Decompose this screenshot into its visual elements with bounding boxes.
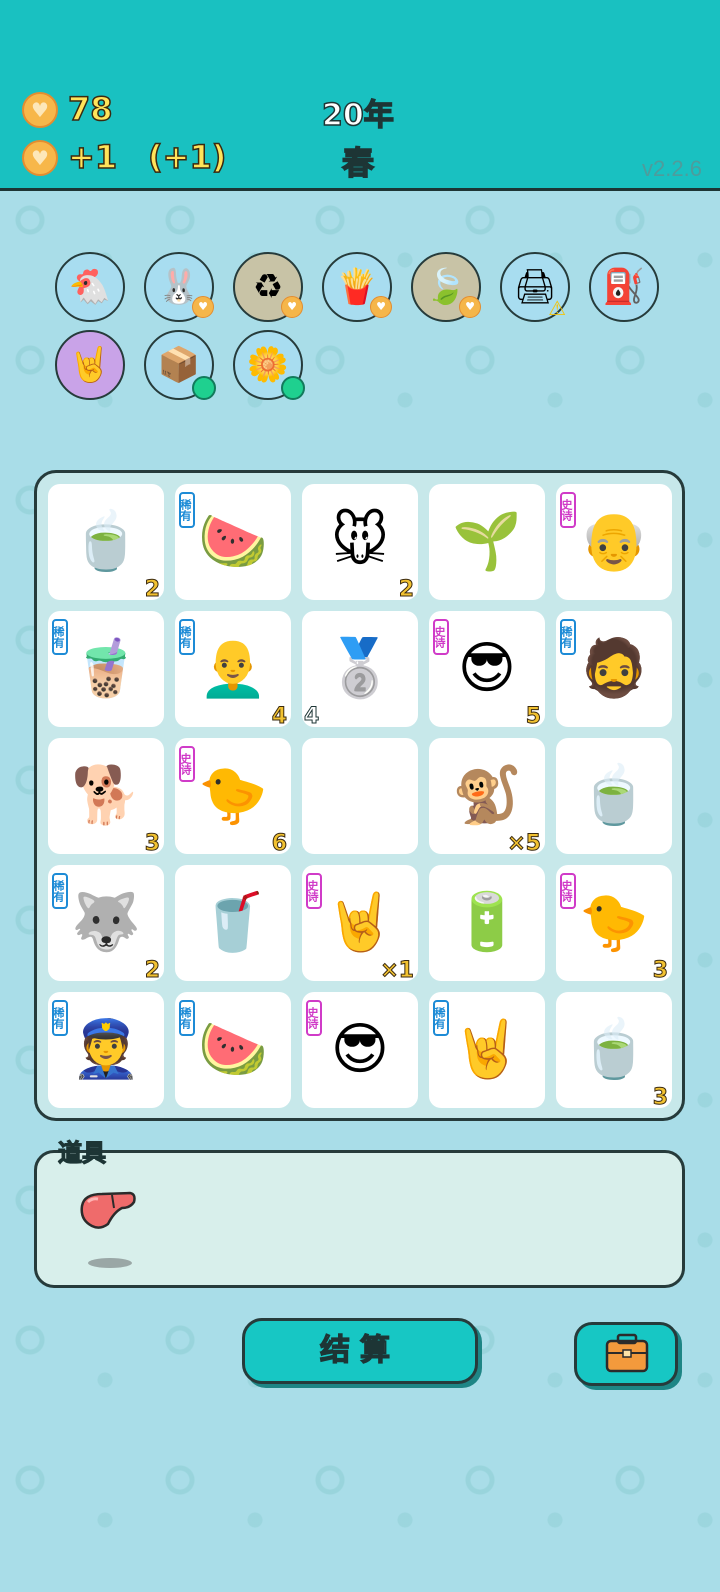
rarity-tag: 稀有 xyxy=(52,619,68,655)
status-dot xyxy=(192,376,216,400)
pump-relic-button[interactable]: ⛽ xyxy=(589,252,659,322)
board-cell-bubble-tea[interactable]: 🧋 稀有 xyxy=(48,611,164,727)
rarity-tag: 史诗 xyxy=(433,619,449,655)
item-shadow xyxy=(88,1258,132,1268)
pump-icon: ⛽ xyxy=(602,267,646,307)
board-cell-husky[interactable]: 🐺 稀有 2 xyxy=(48,865,164,984)
empty-cell[interactable] xyxy=(302,738,418,854)
board-cell-soup-bowl-2[interactable]: 🍵 3 xyxy=(556,992,672,1111)
board-cell-silver-bars[interactable]: 🥈 4 xyxy=(302,611,418,730)
items-label: 道具 xyxy=(57,1138,106,1167)
settle-button[interactable]: 结算 xyxy=(242,1318,478,1384)
board-cell-green-cap-man[interactable]: 😎 史诗 5 xyxy=(429,611,545,730)
cell-count: 2 xyxy=(398,577,414,603)
potted-flower-relic-button[interactable]: 🌼 xyxy=(233,330,305,400)
income-value: +1 xyxy=(67,137,118,177)
board-cell-power-bank[interactable]: 🔋 xyxy=(429,865,545,981)
season-label: 春 xyxy=(341,143,375,183)
rarity-tag: 史诗 xyxy=(560,492,576,528)
board-cell-bald-man[interactable]: 👨‍🦲 稀有 4 xyxy=(175,611,291,730)
cola-cup-icon: 🥤 xyxy=(198,890,268,955)
chicken-egg-icon: 🐔 xyxy=(68,267,112,307)
status-dot xyxy=(281,376,305,400)
coin-icon xyxy=(22,92,58,128)
board-cell-soup-bowl[interactable]: 🍵 2 xyxy=(48,484,164,603)
rarity-tag: 稀有 xyxy=(52,873,68,909)
heart-badge-icon: ♥ xyxy=(459,296,481,318)
heart-badge-icon: ♥ xyxy=(192,296,214,318)
heart-badge-icon: ♥ xyxy=(281,296,303,318)
cell-count: 2 xyxy=(144,577,160,603)
tea-bag-icon: 🍵 xyxy=(579,763,649,828)
cell-count: 2 xyxy=(144,958,160,984)
cell-count: 5 xyxy=(525,704,541,730)
rarity-tag: 史诗 xyxy=(306,873,322,909)
power-bank-icon: 🔋 xyxy=(452,890,522,955)
cell-count: 3 xyxy=(652,958,668,984)
recycle-relic-button[interactable]: ♻ ♥ xyxy=(233,252,303,322)
year-label: 20年 xyxy=(321,97,394,134)
cell-count: 3 xyxy=(652,1085,668,1111)
chicken-egg-relic-button[interactable]: 🐔 xyxy=(55,252,125,322)
board-cell-sprout[interactable]: 🌱 xyxy=(429,484,545,600)
board-cell-rock-hand-grey[interactable]: 🤘 史诗 ×1 xyxy=(302,865,418,984)
cell-count: 6 xyxy=(271,831,287,857)
board-cell-watermelon-2[interactable]: 🍉 稀有 xyxy=(175,992,291,1108)
board-cell-police-officer[interactable]: 👮 稀有 xyxy=(48,992,164,1108)
board-cell-monkey[interactable]: 🐒 ×5 xyxy=(429,738,545,857)
top-bar: 78 +1 (+1) 20年 春 v2.2.6 xyxy=(0,0,720,191)
cell-count: 3 xyxy=(144,831,160,857)
rarity-tag: 史诗 xyxy=(179,746,195,782)
rarity-tag: 稀有 xyxy=(179,619,195,655)
rarity-tag: 稀有 xyxy=(179,492,195,528)
sprout-icon: 🌱 xyxy=(452,509,522,574)
printer-relic-button[interactable]: 🖨 ⚠ xyxy=(500,252,570,322)
coin-count: 78 xyxy=(67,89,113,129)
cell-count: 4 xyxy=(271,704,287,730)
board-cell-mouse[interactable]: 🐭 2 xyxy=(302,484,418,603)
rock-hand-relic-button[interactable]: 🤘 xyxy=(55,330,125,400)
liver-icon[interactable] xyxy=(78,1190,138,1230)
board-cell-cola-cup[interactable]: 🥤 xyxy=(175,865,291,981)
board-cell-watermelon[interactable]: 🍉 稀有 xyxy=(175,484,291,600)
board-cell-tea-bag[interactable]: 🍵 xyxy=(556,738,672,854)
cell-count-left: 4 xyxy=(303,704,320,730)
rabbit-relic-button[interactable]: 🐰 ♥ xyxy=(144,252,214,322)
income-bonus: (+1) xyxy=(147,137,227,177)
bag-button[interactable] xyxy=(574,1322,678,1386)
rock-hand-icon: 🤘 xyxy=(68,345,112,385)
warning-icon: ⚠ xyxy=(548,296,566,320)
board-cell-bald-old-man[interactable]: 👴 史诗 xyxy=(556,484,672,600)
rarity-tag: 史诗 xyxy=(306,1000,322,1036)
board-cell-dog[interactable]: 🐕 3 xyxy=(48,738,164,857)
income-coin-icon xyxy=(22,140,58,176)
briefcase-icon xyxy=(605,1333,649,1373)
rarity-tag: 稀有 xyxy=(560,619,576,655)
board-cell-rock-hand-brown[interactable]: 🤘 稀有 xyxy=(429,992,545,1108)
cell-count: ×5 xyxy=(507,831,542,857)
heart-badge-icon: ♥ xyxy=(370,296,392,318)
empty-icon xyxy=(302,738,418,854)
board-cell-yellow-chick[interactable]: 🐤 史诗 6 xyxy=(175,738,291,857)
version-label: v2.2.6 xyxy=(642,156,702,181)
silver-bars-icon: 🥈 xyxy=(325,636,395,701)
board-cell-hat-man[interactable]: 🧔 稀有 xyxy=(556,611,672,727)
rarity-tag: 稀有 xyxy=(179,1000,195,1036)
leaf-relic-button[interactable]: 🍃 ♥ xyxy=(411,252,481,322)
rarity-tag: 稀有 xyxy=(52,1000,68,1036)
fries-relic-button[interactable]: 🍟 ♥ xyxy=(322,252,392,322)
rarity-tag: 稀有 xyxy=(433,1000,449,1036)
parcel-box-relic-button[interactable]: 📦 xyxy=(144,330,216,400)
board-cell-green-cap-man-2[interactable]: 😎 史诗 xyxy=(302,992,418,1108)
rarity-tag: 史诗 xyxy=(560,873,576,909)
board-cell-yellow-chick-2[interactable]: 🐤 史诗 3 xyxy=(556,865,672,984)
cell-count: ×1 xyxy=(380,958,415,984)
